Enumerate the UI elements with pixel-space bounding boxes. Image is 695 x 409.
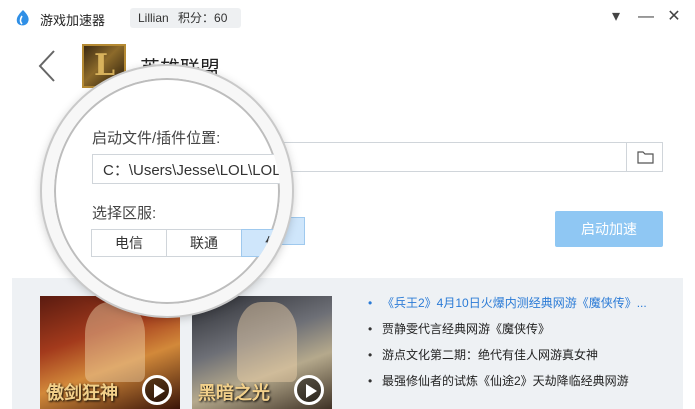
region-selector: 电信 联通 体验 bbox=[91, 229, 280, 257]
news-item[interactable]: • 贾静雯代言经典网游《魔侠传》 bbox=[368, 316, 678, 342]
username: Lillian bbox=[138, 11, 169, 25]
menu-dropdown-icon[interactable]: ▾ bbox=[606, 6, 626, 28]
magnified-content: 启动文件/插件位置: 选择区服: 电信 联通 体验 bbox=[54, 78, 280, 304]
character-art bbox=[237, 302, 297, 382]
news-item[interactable]: • 游点文化第二期：绝代有佳人网游真女神 bbox=[368, 342, 678, 368]
region-unicom-button[interactable]: 联通 bbox=[166, 229, 242, 257]
magnifier-lens: 启动文件/插件位置: 选择区服: 电信 联通 体验 bbox=[42, 66, 292, 316]
user-badge[interactable]: Lillian 积分：60 bbox=[130, 8, 242, 28]
thumbnail-caption: 黑暗之光 bbox=[198, 383, 270, 404]
news-text: 游点文化第二期：绝代有佳人网游真女神 bbox=[382, 348, 599, 362]
region-telecom-button[interactable]: 电信 bbox=[91, 229, 167, 257]
app-name: 游戏加速器 bbox=[40, 13, 106, 28]
browse-folder-button[interactable] bbox=[626, 143, 662, 171]
news-item[interactable]: • 《兵王2》4月10日火爆内测经典网游《魔侠传》... bbox=[368, 290, 678, 316]
app-logo-icon bbox=[16, 10, 29, 26]
start-accelerate-button[interactable]: 启动加速 bbox=[555, 211, 663, 247]
bullet-icon: • bbox=[368, 348, 373, 362]
title-bar: 游戏加速器 Lillian 积分：60 ▾ — ✕ bbox=[0, 0, 695, 38]
news-text: 《兵王2》4月10日火爆内测经典网游《魔侠传》... bbox=[382, 296, 647, 310]
game-thumbnail[interactable]: 黑暗之光 bbox=[192, 296, 332, 409]
region-label: 选择区服: bbox=[92, 205, 157, 222]
news-item[interactable]: • 最强修仙者的试炼《仙途2》天劫降临经典网游 bbox=[368, 368, 678, 394]
bullet-icon: • bbox=[368, 322, 373, 336]
play-icon[interactable] bbox=[142, 375, 172, 405]
path-label: 启动文件/插件位置: bbox=[92, 130, 221, 147]
close-button[interactable]: ✕ bbox=[664, 6, 684, 28]
character-art bbox=[85, 302, 145, 382]
bullet-icon: • bbox=[368, 374, 373, 388]
news-text: 最强修仙者的试炼《仙途2》天劫降临经典网游 bbox=[382, 374, 629, 388]
minimize-button[interactable]: — bbox=[636, 6, 656, 28]
bullet-icon: • bbox=[368, 296, 373, 310]
path-input[interactable] bbox=[93, 155, 280, 183]
folder-icon bbox=[637, 151, 654, 164]
path-field[interactable] bbox=[92, 154, 280, 184]
news-list: • 《兵王2》4月10日火爆内测经典网游《魔侠传》... • 贾静雯代言经典网游《魔… bbox=[368, 290, 678, 394]
news-text: 贾静雯代言经典网游《魔侠传》 bbox=[382, 322, 551, 336]
points-text: 积分：60 bbox=[178, 11, 228, 25]
thumbnail-caption: 傲剑狂神 bbox=[46, 383, 118, 404]
play-icon[interactable] bbox=[294, 375, 324, 405]
